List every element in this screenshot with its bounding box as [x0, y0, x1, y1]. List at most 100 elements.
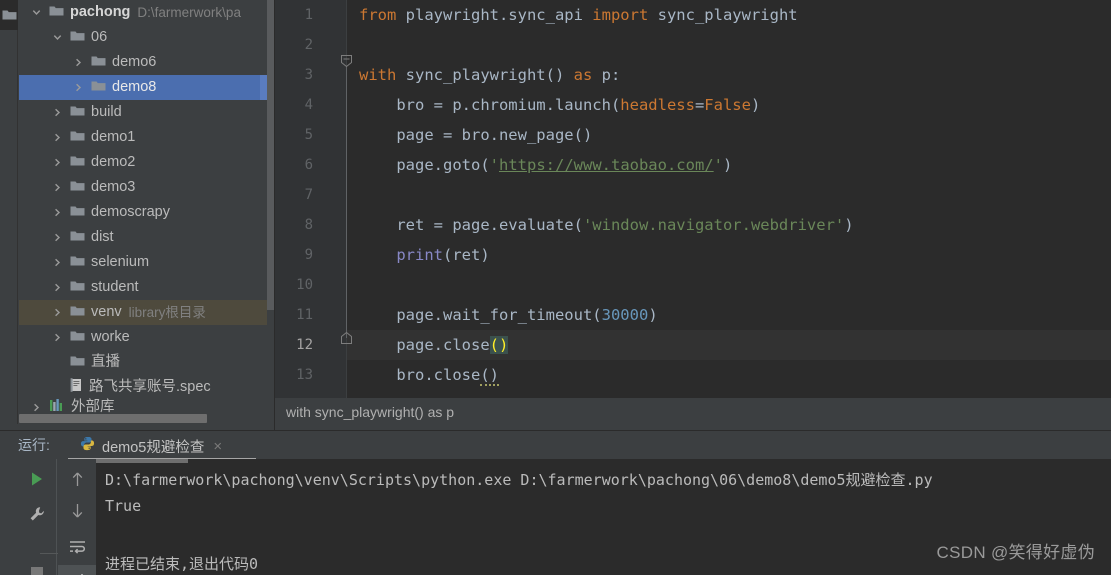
tree-item-label: demo1: [91, 129, 136, 145]
chevron-right-icon[interactable]: [50, 225, 64, 250]
code-token: page.goto(: [359, 156, 490, 174]
chevron-right-icon[interactable]: [50, 100, 64, 125]
code-token: import: [592, 6, 649, 24]
arrow-down-icon[interactable]: [58, 495, 96, 525]
run-toolbar-primary: [18, 459, 70, 575]
tree-item-student[interactable]: student: [19, 275, 267, 300]
chevron-right-icon[interactable]: [50, 300, 64, 325]
code-line[interactable]: with sync_playwright() as p:: [359, 60, 620, 90]
console-line: D:\farmerwork\pachong\venv\Scripts\pytho…: [105, 471, 933, 489]
code-line[interactable]: page.close(): [359, 330, 509, 360]
project-tree[interactable]: pachong D:\farmerwork\pa 06 demo6 demo8 build…: [19, 0, 267, 412]
chevron-right-icon[interactable]: [50, 200, 64, 225]
tree-item-worke[interactable]: worke: [19, 325, 267, 350]
code-line[interactable]: page = bro.new_page(): [359, 120, 592, 150]
watermark: CSDN @笑得好虚伪: [936, 543, 1095, 562]
chevron-right-icon[interactable]: [50, 325, 64, 350]
tree-item-build[interactable]: build: [19, 100, 267, 125]
corner-folder-icon: [0, 0, 18, 30]
soft-wrap-icon[interactable]: [58, 532, 96, 562]
folder-icon: [70, 175, 85, 200]
tree-item-label: 06: [91, 29, 108, 45]
tree-item-label: student: [91, 279, 139, 295]
tree-item-subtext: D:\farmerwork\pa: [137, 5, 241, 20]
chevron-right-icon[interactable]: [50, 150, 64, 175]
fold-region-end-icon[interactable]: [341, 331, 352, 344]
tree-item-pachong[interactable]: pachong D:\farmerwork\pa: [19, 0, 267, 25]
chevron-right-icon[interactable]: [71, 50, 85, 75]
code-token: (): [489, 336, 509, 354]
chevron-right-icon[interactable]: [50, 275, 64, 300]
code-line[interactable]: print(ret): [359, 240, 490, 270]
arrow-up-icon[interactable]: [58, 464, 96, 494]
tree-item-dist[interactable]: dist: [19, 225, 267, 250]
tree-item-label: selenium: [91, 254, 150, 270]
code-token: ret = page.evaluate(: [359, 216, 583, 234]
chevron-right-icon[interactable]: [50, 250, 64, 275]
tree-item-06[interactable]: 06: [19, 25, 267, 50]
chevron-down-icon[interactable]: [29, 0, 43, 25]
line-number: 4: [304, 97, 313, 113]
folder-icon: [49, 0, 64, 25]
line-number: 9: [304, 247, 313, 263]
code-line[interactable]: from playwright.sync_api import sync_pla…: [359, 0, 798, 30]
console-line: True: [105, 497, 142, 515]
tree-item-demo8[interactable]: demo8: [19, 75, 267, 100]
tree-item-label: pachong: [70, 4, 131, 20]
code-content[interactable]: from playwright.sync_api import sync_pla…: [359, 0, 1111, 398]
tree-item-selenium[interactable]: selenium: [19, 250, 267, 275]
chevron-right-icon[interactable]: [50, 175, 64, 200]
line-number: 3: [304, 67, 313, 83]
console-scrollbar-thumb[interactable]: [96, 459, 188, 463]
tree-item-label: dist: [91, 229, 114, 245]
tree-item-label: worke: [91, 329, 130, 345]
chevron-right-icon[interactable]: [50, 125, 64, 150]
tree-item-demo6[interactable]: demo6: [19, 50, 267, 75]
tree-item-demoscrapy[interactable]: demoscrapy: [19, 200, 267, 225]
tree-item-label: demo3: [91, 179, 136, 195]
code-line[interactable]: page.goto('https://www.taobao.com/'): [359, 150, 732, 180]
sidebar-hscrollbar-thumb[interactable]: [19, 414, 207, 423]
tree-item-label: demo6: [112, 54, 157, 70]
folder-icon: [70, 200, 85, 225]
run-panel-title: 运行:: [18, 437, 50, 453]
tree-item-zhibo[interactable]: 直播: [19, 350, 267, 375]
code-token: ): [648, 306, 658, 324]
code-editor[interactable]: 1 2 3 4 5 6 7 8 9 10 11 12 13 from playwright.sync_a…: [275, 0, 1111, 398]
code-line[interactable]: bro.close(): [359, 360, 499, 390]
tree-item-demo2[interactable]: demo2: [19, 150, 267, 175]
tree-item-venv[interactable]: venv library根目录: [19, 300, 267, 325]
breadcrumb[interactable]: with sync_playwright() as p: [275, 398, 1111, 425]
console-line: 进程已结束,退出代码0: [105, 555, 259, 573]
wrench-icon[interactable]: [18, 499, 56, 529]
line-number: 5: [304, 127, 313, 143]
line-number: 12: [296, 337, 313, 353]
chevron-right-icon[interactable]: [71, 75, 85, 100]
code-token: print: [396, 246, 443, 264]
run-play-icon[interactable]: [18, 464, 56, 494]
close-icon[interactable]: ×: [213, 439, 222, 454]
code-token: ': [713, 156, 723, 174]
code-line[interactable]: page.wait_for_timeout(30000): [359, 300, 658, 330]
folder-icon: [2, 8, 17, 26]
line-number: 8: [304, 217, 313, 233]
chevron-down-icon[interactable]: [50, 25, 64, 50]
code-token: (ret): [443, 246, 490, 264]
print-icon[interactable]: [58, 565, 96, 575]
run-tab[interactable]: demo5规避检查 ×: [68, 432, 230, 460]
fold-collapse-icon[interactable]: [341, 54, 352, 68]
code-token: sync_playwright: [648, 6, 798, 24]
tree-item-label: demo8: [112, 79, 157, 95]
editor-gutter[interactable]: 1 2 3 4 5 6 7 8 9 10 11 12 13: [275, 0, 347, 398]
tree-item-demo3[interactable]: demo3: [19, 175, 267, 200]
folder-icon: [91, 75, 106, 100]
project-sidebar: pachong D:\farmerwork\pa 06 demo6 demo8 build…: [0, 0, 275, 430]
code-token: page.close: [359, 336, 490, 354]
code-line[interactable]: bro = p.chromium.launch(headless=False): [359, 90, 760, 120]
tree-item-subtext: library根目录: [128, 305, 206, 320]
code-token: headless: [620, 96, 695, 114]
tree-item-demo1[interactable]: demo1: [19, 125, 267, 150]
stop-square-icon[interactable]: [18, 558, 56, 575]
code-line[interactable]: ret = page.evaluate('window.navigator.we…: [359, 210, 853, 240]
